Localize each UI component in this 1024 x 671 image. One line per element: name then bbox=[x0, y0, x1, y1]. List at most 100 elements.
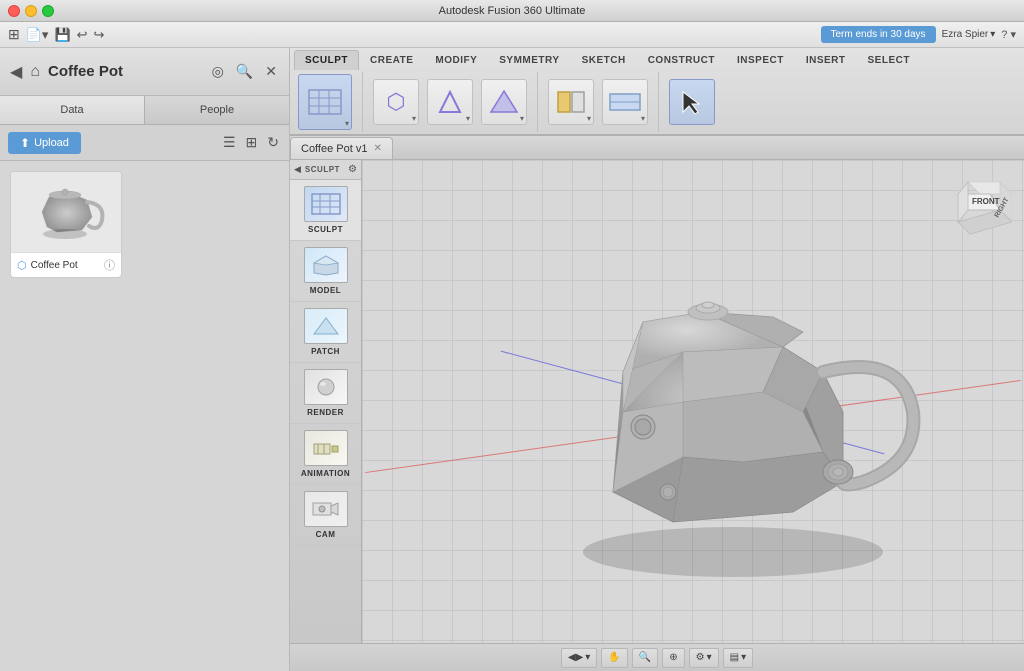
help-button[interactable]: ? ▾ bbox=[1001, 28, 1016, 41]
ribbon-btn-box[interactable]: ⬡ ▾ bbox=[373, 79, 419, 125]
status-bar: ◀▶ ▾ ✋ 🔍 ⊕ ⚙ ▾ ▤ ▾ bbox=[290, 643, 1024, 671]
ribbon-arrow-icon: ▾ bbox=[641, 114, 645, 123]
home-icon[interactable]: ⌂ bbox=[30, 63, 40, 81]
grid-icon[interactable]: ⊞ bbox=[8, 26, 20, 43]
animation-mode-icon bbox=[304, 430, 348, 466]
ribbon-tab-sketch[interactable]: SKETCH bbox=[571, 50, 637, 70]
tab-people[interactable]: People bbox=[145, 96, 289, 124]
face-icon bbox=[435, 88, 465, 116]
window-title: Autodesk Fusion 360 Ultimate bbox=[439, 5, 586, 17]
patch-label: PATCH bbox=[311, 347, 340, 356]
minimize-button[interactable] bbox=[25, 5, 37, 17]
grid-view-icon[interactable]: ⊞ bbox=[244, 132, 260, 153]
file-info: ⬡ Coffee Pot ⓘ bbox=[11, 252, 121, 277]
settings-icon: ⚙ bbox=[696, 652, 705, 663]
ribbon-tab-sculpt[interactable]: SCULPT bbox=[294, 50, 359, 70]
ribbon-arrow-icon: ▾ bbox=[345, 119, 349, 128]
ribbon-btn-inspect[interactable]: ▾ bbox=[602, 79, 648, 125]
display-settings-button[interactable]: ⚙ ▾ bbox=[689, 648, 719, 668]
redo-icon[interactable]: ↪ bbox=[94, 27, 105, 43]
model-mode-icon bbox=[304, 247, 348, 283]
target-icon[interactable]: ◎ bbox=[210, 61, 226, 82]
titlebar: Autodesk Fusion 360 Ultimate bbox=[0, 0, 1024, 22]
pan-button[interactable]: ✋ bbox=[601, 648, 627, 668]
ribbon-arrow-icon: ▾ bbox=[520, 114, 524, 123]
list-view-icon[interactable]: ☰ bbox=[221, 132, 238, 153]
nav-arrows-icon: ◀▶ bbox=[568, 652, 583, 663]
mode-item-sculpt[interactable]: SCULPT bbox=[290, 180, 361, 241]
sidebar-collapse-button[interactable]: ◀ SCULPT ⚙ bbox=[290, 160, 361, 180]
panel-title: Coffee Pot bbox=[48, 63, 202, 80]
collapse-arrow-icon: ◀ bbox=[294, 164, 301, 175]
left-toolbar: ⬆ Upload ☰ ⊞ ↻ bbox=[0, 125, 289, 161]
ribbon-tab-insert[interactable]: INSERT bbox=[795, 50, 857, 70]
ribbon-btn-modify[interactable]: ▾ bbox=[548, 79, 594, 125]
undo-icon[interactable]: ↩ bbox=[77, 27, 88, 43]
ribbon-tab-create[interactable]: CREATE bbox=[359, 50, 424, 70]
file-name: Coffee Pot bbox=[31, 260, 100, 271]
sketch-tool-icon bbox=[489, 88, 519, 116]
nav-button[interactable]: ◀▶ ▾ bbox=[561, 648, 597, 668]
ribbon-btn-select[interactable] bbox=[669, 79, 715, 125]
ribbon-btn-face[interactable]: ▾ bbox=[427, 79, 473, 125]
document-tab[interactable]: Coffee Pot v1 ✕ bbox=[290, 137, 393, 159]
ribbon-btn-sculpt-icon[interactable]: ▾ bbox=[298, 74, 352, 130]
settings-icon[interactable]: ⚙ bbox=[348, 164, 357, 175]
refresh-icon[interactable]: ↻ bbox=[265, 132, 281, 153]
view-icon: ▤ bbox=[730, 652, 739, 663]
ribbon-separator bbox=[537, 72, 538, 132]
tab-data[interactable]: Data bbox=[0, 96, 145, 124]
user-name: Ezra Spier bbox=[942, 29, 989, 40]
trial-button[interactable]: Term ends in 30 days bbox=[821, 26, 936, 43]
nav-dropdown-icon: ▾ bbox=[585, 652, 590, 663]
mode-item-animation[interactable]: ANIMATION bbox=[290, 424, 361, 485]
ribbon-tab-select[interactable]: SELECT bbox=[857, 50, 921, 70]
mode-item-cam[interactable]: CAM bbox=[290, 485, 361, 546]
help-chevron-icon: ▾ bbox=[1010, 29, 1016, 41]
mode-sidebar: ◀ SCULPT ⚙ bbox=[290, 160, 362, 643]
modify-icon bbox=[554, 88, 588, 116]
ribbon-tabs: SCULPT CREATE MODIFY SYMMETRY SKETCH bbox=[290, 48, 1024, 70]
mode-item-patch[interactable]: PATCH bbox=[290, 302, 361, 363]
ribbon-tab-inspect[interactable]: INSPECT bbox=[726, 50, 795, 70]
search-icon[interactable]: 🔍 bbox=[234, 61, 255, 82]
ribbon-separator bbox=[658, 72, 659, 132]
save-icon[interactable]: 💾 bbox=[54, 27, 70, 43]
file-item[interactable]: ⬡ Coffee Pot ⓘ bbox=[10, 171, 122, 278]
viewport[interactable]: FRONT RIGHT bbox=[362, 160, 1024, 643]
ribbon-tab-construct[interactable]: CONSTRUCT bbox=[637, 50, 726, 70]
mode-item-model[interactable]: MODEL bbox=[290, 241, 361, 302]
ribbon-btn-sketch[interactable]: ▾ bbox=[481, 79, 527, 125]
file-menu-icon[interactable]: 📄▾ bbox=[26, 27, 49, 43]
ribbon-tab-modify[interactable]: MODIFY bbox=[424, 50, 488, 70]
close-button[interactable] bbox=[8, 5, 20, 17]
ribbon-tab-symmetry[interactable]: SYMMETRY bbox=[488, 50, 570, 70]
file-thumbnail bbox=[11, 172, 122, 252]
user-menu[interactable]: Ezra Spier ▾ bbox=[942, 29, 996, 40]
maximize-button[interactable] bbox=[42, 5, 54, 17]
app-bar: ⊞ 📄▾ 💾 ↩ ↪ Term ends in 30 days Ezra Spi… bbox=[0, 22, 1024, 48]
dropdown-icon: ▾ bbox=[741, 652, 746, 663]
tab-close-icon[interactable]: ✕ bbox=[373, 143, 381, 154]
file-grid: ⬡ Coffee Pot ⓘ bbox=[0, 161, 289, 671]
inspect-icon bbox=[608, 88, 642, 116]
pan-icon: ✋ bbox=[608, 652, 620, 663]
upload-button[interactable]: ⬆ Upload bbox=[8, 132, 81, 154]
main-layout: ◀ ⌂ Coffee Pot ◎ 🔍 ✕ Data People ⬆ Uploa… bbox=[0, 48, 1024, 671]
upload-icon: ⬆ bbox=[20, 136, 30, 150]
help-icon: ? bbox=[1001, 29, 1007, 41]
traffic-lights bbox=[8, 5, 54, 17]
info-icon[interactable]: ⓘ bbox=[104, 257, 115, 273]
view-options-button[interactable]: ▤ ▾ bbox=[723, 648, 753, 668]
mode-item-render[interactable]: RENDER bbox=[290, 363, 361, 424]
close-panel-icon[interactable]: ✕ bbox=[263, 61, 279, 82]
ribbon-content: ▾ ⬡ ▾ ▾ bbox=[290, 70, 1024, 134]
nav-cube[interactable]: FRONT RIGHT bbox=[948, 172, 1012, 236]
back-icon[interactable]: ◀ bbox=[10, 62, 22, 82]
fit-button[interactable]: ⊕ bbox=[662, 648, 684, 668]
dropdown-icon: ▾ bbox=[707, 652, 712, 663]
render-mode-icon bbox=[304, 369, 348, 405]
box-icon: ⬡ bbox=[386, 89, 405, 115]
zoom-button[interactable]: 🔍 bbox=[632, 648, 658, 668]
model-label: MODEL bbox=[310, 286, 341, 295]
